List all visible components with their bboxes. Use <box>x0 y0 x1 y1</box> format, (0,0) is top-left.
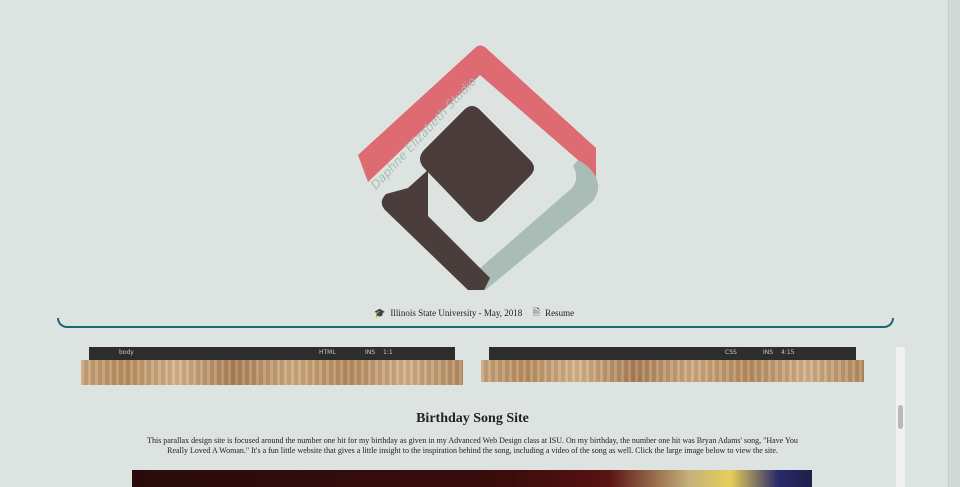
editor-status-bar: CSS INS 4:15 <box>489 347 856 360</box>
status-tag: body <box>119 349 134 356</box>
studio-logo: Daphne Elizabeth Studio <box>330 30 620 295</box>
editor-status-bar: body HTML INS 1:1 <box>89 347 455 360</box>
status-ins: INS <box>365 349 376 356</box>
status-ins: INS <box>763 349 774 356</box>
header-divider <box>57 318 894 328</box>
scrollbar-thumb[interactable] <box>898 405 903 429</box>
wood-desk-image <box>481 360 864 382</box>
status-mode: CSS <box>725 349 737 356</box>
status-mode: HTML <box>319 349 336 356</box>
project-title: Birthday Song Site <box>416 411 529 426</box>
status-pos: 4:15 <box>781 349 795 356</box>
resume-link[interactable]: Resume <box>545 308 574 318</box>
education-text: Illinois State University - May, 2018 <box>390 308 523 318</box>
project-thumbnail-2[interactable]: CSS INS 4:15 <box>481 347 864 382</box>
page-scrollbar[interactable] <box>948 0 960 487</box>
project-hero-image[interactable] <box>132 470 812 487</box>
graduation-cap-icon: 🎓 <box>373 307 386 318</box>
project-description: This parallax design site is focused aro… <box>147 436 798 455</box>
wood-desk-image <box>81 360 463 385</box>
content-scrollbar[interactable] <box>896 347 905 487</box>
pdf-file-icon[interactable]: 🗎 <box>533 307 540 317</box>
portfolio-content: body HTML INS 1:1 CSS INS 4:15 Birthday … <box>57 347 898 487</box>
status-pos: 1:1 <box>383 349 393 356</box>
project-thumbnail-1[interactable]: body HTML INS 1:1 <box>81 347 463 385</box>
